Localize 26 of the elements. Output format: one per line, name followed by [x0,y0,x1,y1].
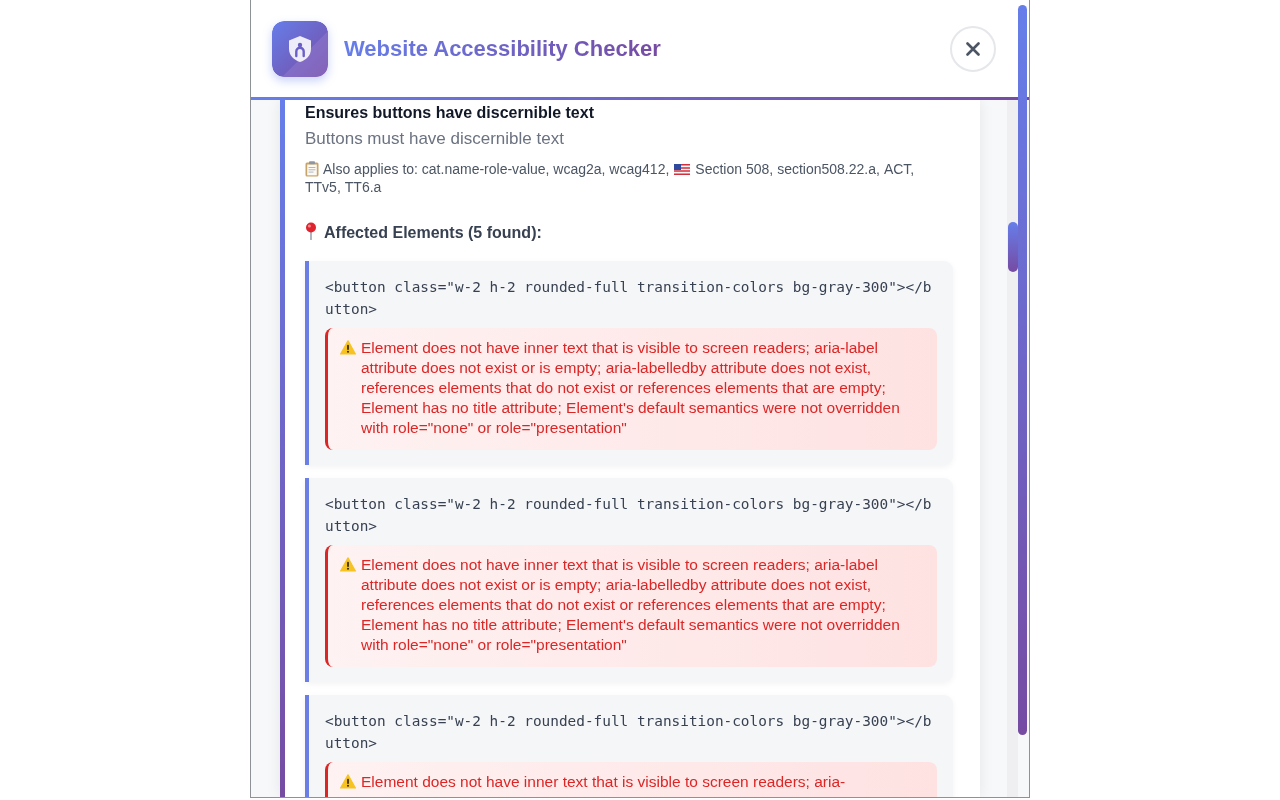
scrollbar-thumb[interactable] [1018,5,1027,735]
error-message: Element does not have inner text that is visible to screen readers; aria-label attribute does not exist or is empty; aria-labelledby attribute does not exist, references elements that do not exist or references elements that are empty; Element has no title attribute; Element's default semantics were not overridden with role="none" or role="presentation" [361,338,901,438]
warning-icon [340,340,356,355]
close-icon [966,41,980,56]
rule-heading: Ensures buttons have discernible text [305,103,595,123]
error-message: Element does not have inner text that is visible to screen readers; aria-label attribute does not exist or is empty; aria-labelledby attribute does not exist, references elements that do not exist or references elements that are empty; Element has no title attribute; Element's default semantics were not overridden with role="none" or role="presentation" [361,555,901,655]
warning-icon [340,774,356,789]
standard-name: section508.22.a, [777,160,880,178]
standard-name: TT6.a [344,178,382,196]
code-snippet: <button class="w-2 h-2 rounded-full transition-colors bg-gray-300"></button> [325,495,933,536]
affected-elements-heading: Affected Elements (5 found): [324,224,542,241]
rule-description: Buttons must have discernible text [305,128,565,150]
flag-icon [674,164,691,175]
pin-icon [305,222,317,240]
standard-name: TTv5, [305,178,341,196]
standard-name: ACT, [883,160,915,178]
code-snippet: <button class="w-2 h-2 rounded-full transition-colors bg-gray-300"></button> [325,278,933,319]
scrollbar-thumb[interactable] [1008,222,1018,272]
standard-name: Section 508, [695,160,774,178]
applies-to-text: Also applies to: cat.name-role-value, wcag2a, wcag412, [323,160,670,178]
error-message: Element does not have inner text that is visible to screen readers; aria- [361,772,847,792]
clipboard-icon [305,161,319,177]
shield-logo-icon [272,20,328,77]
close-button[interactable] [950,25,996,72]
warning-icon [340,557,356,572]
code-snippet: <button class="w-2 h-2 rounded-full transition-colors bg-gray-300"></button> [325,712,933,753]
